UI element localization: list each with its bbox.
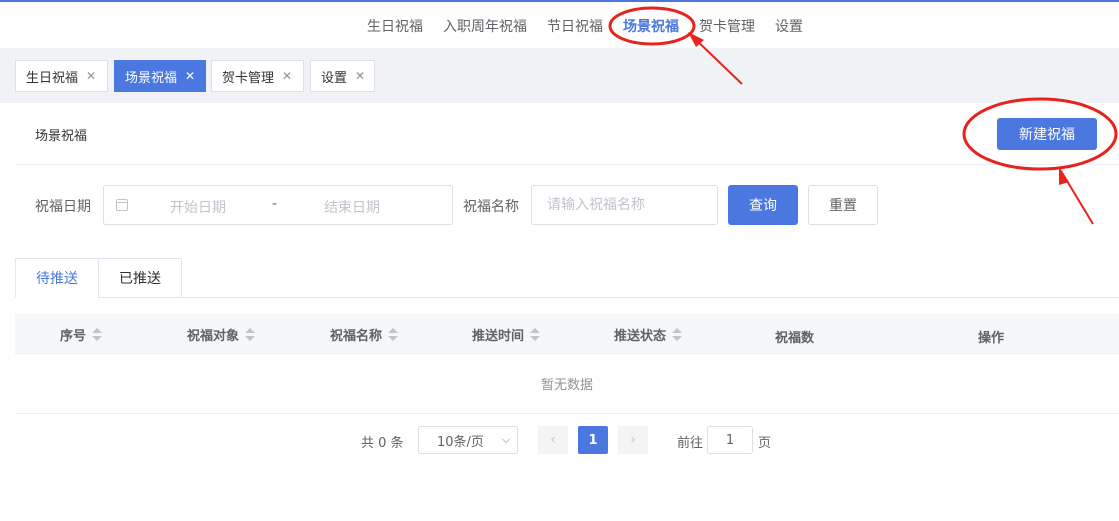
sort-icon[interactable] — [92, 327, 103, 342]
nav-item-birthday[interactable]: 生日祝福 — [367, 16, 423, 36]
tag-label: 生日祝福 — [26, 70, 79, 86]
top-nav: 生日祝福 入职周年祝福 节日祝福 场景祝福 贺卡管理 设置 — [0, 2, 1119, 48]
close-icon[interactable]: ✕ — [185, 69, 195, 83]
column-label: 推送状态 — [614, 329, 667, 344]
goto-label: 前往 — [677, 436, 704, 451]
tag-label: 贺卡管理 — [222, 70, 275, 86]
sort-icon[interactable] — [388, 327, 399, 342]
tag-label: 场景祝福 — [125, 70, 178, 86]
prev-page-button[interactable]: ‹ — [538, 426, 568, 454]
sort-icon[interactable] — [245, 327, 256, 342]
sort-icon[interactable] — [530, 327, 541, 342]
column-header-index[interactable]: 序号 — [60, 325, 103, 344]
annotation-arrow-head — [1059, 167, 1069, 185]
tag-settings[interactable]: 设置 ✕ — [310, 60, 375, 92]
nav-item-anniversary[interactable]: 入职周年祝福 — [443, 16, 527, 36]
name-label: 祝福名称 — [463, 199, 519, 215]
sort-icon[interactable] — [672, 327, 683, 342]
next-page-button[interactable]: › — [618, 426, 648, 454]
column-header-name[interactable]: 祝福名称 — [330, 325, 399, 344]
end-date-input[interactable]: 结束日期 — [324, 197, 380, 217]
name-search-input[interactable] — [531, 185, 718, 225]
nav-item-settings[interactable]: 设置 — [775, 16, 803, 36]
column-header-push-time[interactable]: 推送时间 — [472, 325, 541, 344]
chevron-down-icon — [501, 434, 511, 444]
column-header-target[interactable]: 祝福对象 — [187, 325, 256, 344]
tag-scene[interactable]: 场景祝福 ✕ — [114, 60, 206, 92]
page-size-select[interactable]: 10条/页 — [418, 426, 518, 454]
divider — [15, 164, 1119, 165]
pagination-total: 共 0 条 — [361, 436, 404, 451]
nav-item-holiday[interactable]: 节日祝福 — [547, 16, 603, 36]
annotation-arrow-line — [1060, 170, 1094, 225]
query-button[interactable]: 查询 — [728, 185, 798, 225]
date-separator: - — [272, 196, 278, 212]
goto-page-input[interactable] — [707, 426, 753, 454]
page-number-current[interactable]: 1 — [578, 426, 608, 454]
tab-pending[interactable]: 待推送 — [15, 258, 99, 298]
date-range-picker[interactable]: 开始日期 - 结束日期 — [103, 185, 453, 225]
reset-button[interactable]: 重置 — [808, 185, 878, 225]
calendar-icon — [116, 199, 128, 211]
column-header-actions: 操作 — [978, 331, 1005, 346]
column-label: 祝福名称 — [330, 329, 383, 344]
tag-cards[interactable]: 贺卡管理 ✕ — [211, 60, 304, 92]
close-icon[interactable]: ✕ — [355, 69, 365, 83]
nav-item-scene[interactable]: 场景祝福 — [623, 16, 679, 36]
table-header: 序号 祝福对象 祝福名称 推送时间 推送状态 祝福数 操作 — [15, 314, 1119, 354]
column-label: 祝福对象 — [187, 329, 240, 344]
column-label: 推送时间 — [472, 329, 525, 344]
start-date-input[interactable]: 开始日期 — [170, 197, 226, 217]
close-icon[interactable]: ✕ — [86, 69, 96, 83]
page-title: 场景祝福 — [35, 129, 88, 144]
column-header-push-status[interactable]: 推送状态 — [614, 325, 683, 344]
close-icon[interactable]: ✕ — [282, 69, 292, 83]
column-header-count: 祝福数 — [775, 331, 815, 346]
empty-text: 暂无数据 — [15, 354, 1119, 414]
date-label: 祝福日期 — [35, 199, 91, 215]
page-unit-label: 页 — [758, 436, 772, 451]
page-size-value: 10条/页 — [437, 434, 484, 450]
tab-pushed[interactable]: 已推送 — [98, 258, 182, 298]
tags-bar: 生日祝福 ✕ 场景祝福 ✕ 贺卡管理 ✕ 设置 ✕ — [0, 48, 1119, 103]
tag-label: 设置 — [321, 70, 348, 86]
nav-item-cards[interactable]: 贺卡管理 — [699, 16, 755, 36]
column-label: 序号 — [60, 329, 87, 344]
new-blessing-button[interactable]: 新建祝福 — [997, 118, 1097, 150]
tag-birthday[interactable]: 生日祝福 ✕ — [15, 60, 108, 92]
